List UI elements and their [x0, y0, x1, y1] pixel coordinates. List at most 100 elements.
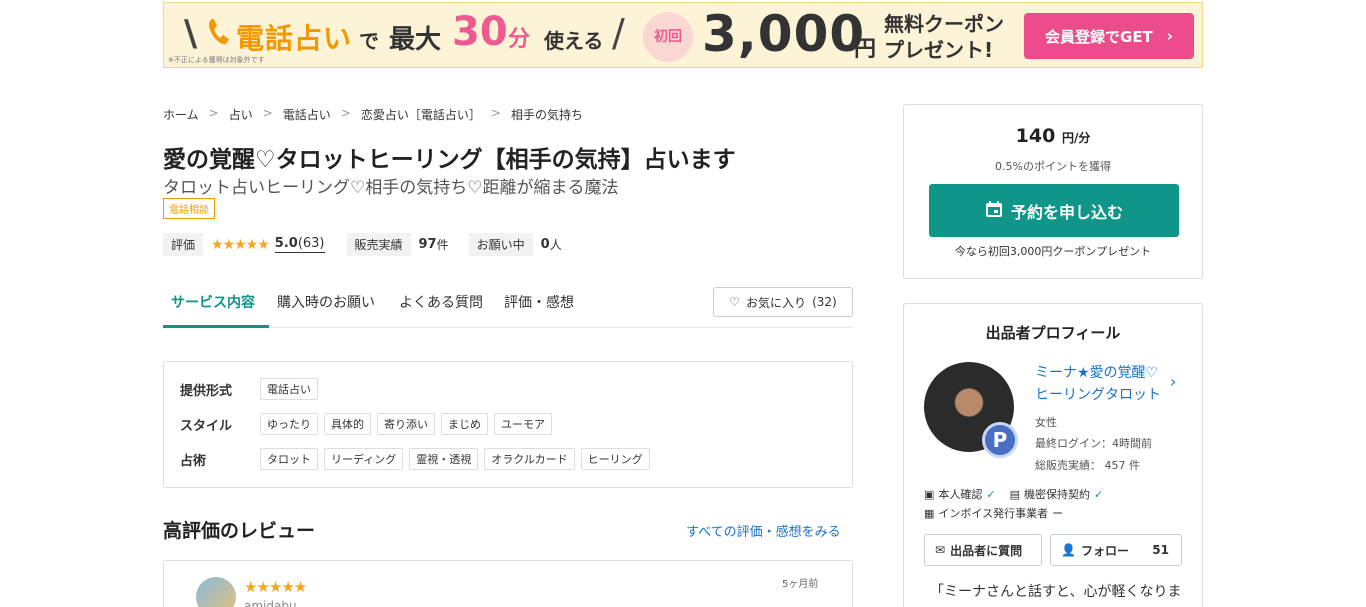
reviewer-avatar — [196, 577, 236, 607]
requests-label: お願い中 — [468, 233, 533, 256]
tab-reviews[interactable]: 評価・感想 — [504, 292, 574, 312]
profile-title: 出品者プロフィール — [985, 324, 1121, 342]
breadcrumb-item-phone-fortune[interactable]: 電話占い — [283, 106, 331, 123]
favorite-button[interactable]: ♡ お気に入り (32) — [713, 287, 853, 317]
service-details-box: 提供形式 電話占い スタイル ゆったり 具体的 寄り添い まじめ ユーモア 占術… — [163, 361, 853, 488]
method-chip[interactable]: オラクルカード — [484, 448, 575, 470]
phone-consult-tag: 電話相談 — [163, 198, 215, 219]
price-box: 140 円/分 0.5%のポイントを獲得 予約を申し込む 今なら初回3,000円… — [903, 104, 1203, 279]
rating-count: (63) — [297, 236, 325, 251]
chevron-right-icon[interactable]: › — [1170, 372, 1176, 391]
see-all-reviews-link[interactable]: すべての評価・感想をみる — [686, 521, 841, 540]
service-tabs: サービス内容 購入時のお願い よくある質問 評価・感想 ♡ お気に入り (32) — [163, 284, 853, 328]
breadcrumb-separator: > — [340, 106, 351, 120]
style-chip[interactable]: ユーモア — [494, 413, 552, 435]
banner-de-text: で — [359, 29, 379, 53]
nda-label: 機密保持契約 — [1024, 488, 1091, 501]
service-subtitle: タロット占いヒーリング♡相手の気持ち♡距離が縮まる魔法 — [163, 178, 619, 198]
ask-seller-label: 出品者に質問 — [950, 543, 1023, 558]
banner-coupon-line1: 無料クーポン — [884, 12, 1004, 36]
favorite-count: (32) — [812, 295, 837, 309]
review-card: ★★★★★ amidabu 5ヶ月前 — [163, 560, 853, 607]
details-row-style: スタイル ゆったり 具体的 寄り添い まじめ ユーモア — [180, 413, 558, 435]
breadcrumb: ホーム > 占い > 電話占い > 恋愛占い［電話占い］ > 相手の気持ち — [163, 106, 583, 123]
identity-verified: ▣ 本人確認 ✓ ▤ 機密保持契約 ✓ — [924, 486, 1103, 502]
seller-profile-box: 出品者プロフィール P ミーナ★愛の覚醒♡ ヒーリングタロット › 女性 最終ロ… — [903, 303, 1203, 607]
rating-label: 評価 — [163, 233, 204, 256]
check-icon: ✓ — [986, 487, 996, 501]
breadcrumb-separator: > — [208, 106, 219, 120]
pro-badge-icon: P — [982, 422, 1018, 458]
breadcrumb-separator: > — [490, 106, 501, 120]
requests-value: 0 — [540, 237, 550, 252]
style-chip[interactable]: まじめ — [441, 413, 488, 435]
seller-name-link[interactable]: ミーナ★愛の覚醒♡ ヒーリングタロット — [1035, 362, 1161, 406]
tab-faq[interactable]: よくある質問 — [399, 292, 483, 312]
points-note: 0.5%のポイントを獲得 — [995, 160, 1111, 173]
banner-yen: 円 — [854, 37, 877, 62]
banner-slash-left: \ — [184, 13, 198, 54]
banner-slash-right: / — [612, 11, 625, 55]
banner-minutes-unit: 分 — [508, 27, 531, 52]
chevron-right-icon: › — [1166, 27, 1173, 45]
seller-name-line1: ミーナ★愛の覚醒♡ — [1035, 365, 1159, 381]
style-chip[interactable]: 寄り添い — [377, 413, 435, 435]
style-chip[interactable]: 具体的 — [324, 413, 371, 435]
banner-tel-text: 電話占い — [236, 22, 353, 55]
person-card-icon: ▣ — [924, 487, 935, 501]
breadcrumb-item-partner-feelings[interactable]: 相手の気持ち — [511, 106, 583, 123]
favorite-label: お気に入り — [746, 295, 807, 310]
service-title: 愛の覚醒♡タロットヒーリング【相手の気持】占います — [163, 147, 736, 173]
style-label: スタイル — [180, 418, 233, 434]
invoice-status-value: ー — [1052, 507, 1064, 520]
seller-gender: 女性 — [1035, 416, 1057, 429]
requests-unit: 人 — [549, 238, 562, 252]
banner-use-text: 使える — [544, 29, 604, 53]
review-stars-icon: ★★★★★ — [244, 578, 307, 596]
method-label: 占術 — [180, 453, 207, 469]
method-chip[interactable]: 霊視・透視 — [409, 448, 479, 470]
invoice-status: ▦ インボイス発行事業者 ー — [924, 505, 1063, 521]
register-get-button[interactable]: 会員登録でGET › — [1024, 13, 1194, 59]
breadcrumb-item-fortune[interactable]: 占い — [229, 106, 253, 123]
mail-icon: ✉ — [935, 543, 946, 557]
coupon-note: 今なら初回3,000円クーポンプレゼント — [954, 245, 1152, 258]
banner-first-badge: 初回 — [643, 12, 693, 62]
phone-icon — [206, 17, 234, 54]
banner-coupon-line2: プレゼント! — [884, 38, 994, 62]
method-chip[interactable]: ヒーリング — [580, 448, 650, 470]
calendar-icon — [985, 200, 1003, 222]
active-tab-indicator — [163, 325, 269, 328]
rating-link[interactable]: 5.0(63) — [274, 236, 325, 253]
banner-minutes-number: 30 — [452, 9, 508, 55]
details-row-method: 占術 タロット リーディング 霊視・透視 オラクルカード ヒーリング — [180, 448, 656, 470]
tab-purchase-requests[interactable]: 購入時のお願い — [277, 292, 375, 312]
document-icon: ▦ — [924, 506, 935, 520]
banner-note: ※不正による獲得は対象外です — [168, 56, 265, 64]
heart-icon: ♡ — [729, 295, 741, 309]
register-get-label: 会員登録でGET — [1045, 27, 1153, 46]
follow-count: 51 — [1152, 543, 1169, 557]
price-value: 140 — [1015, 125, 1056, 147]
promo-banner[interactable]: \ 電話占い で 最大 30 分 使える / 初回 3,000 円 無料クーポン… — [163, 2, 1203, 68]
method-chip[interactable]: タロット — [260, 448, 318, 470]
style-chip[interactable]: ゆったり — [260, 413, 318, 435]
review-date: 5ヶ月前 — [782, 579, 819, 590]
breadcrumb-item-love-fortune[interactable]: 恋愛占い［電話占い］ — [361, 106, 481, 123]
ask-seller-button[interactable]: ✉ 出品者に質問 — [924, 534, 1042, 566]
format-chip[interactable]: 電話占い — [260, 378, 318, 400]
service-stats: 評価 ★★★★★ 5.0(63) 販売実績 97 件 お願い中 0人 — [163, 233, 562, 256]
reserve-button[interactable]: 予約を申し込む — [929, 184, 1179, 237]
follow-button[interactable]: 👤 フォロー 51 — [1050, 534, 1182, 566]
sales-label: 販売実績 — [346, 233, 411, 256]
tab-service-content[interactable]: サービス内容 — [171, 292, 255, 312]
lock-icon: ▤ — [1009, 487, 1021, 501]
seller-quote: 「ミーナさんと話すと、心が軽くなりま — [930, 584, 1182, 600]
rating-value: 5.0 — [274, 236, 298, 251]
rating-stars-icon: ★★★★★ — [211, 236, 270, 253]
banner-coupon-text: 無料クーポン プレゼント! — [884, 11, 1004, 63]
breadcrumb-item-home[interactable]: ホーム — [163, 106, 199, 123]
seller-name-line2: ヒーリングタロット — [1035, 387, 1161, 403]
method-chip[interactable]: リーディング — [324, 448, 404, 470]
seller-total-sales: 総販売実績： 457 件 — [1035, 459, 1140, 472]
